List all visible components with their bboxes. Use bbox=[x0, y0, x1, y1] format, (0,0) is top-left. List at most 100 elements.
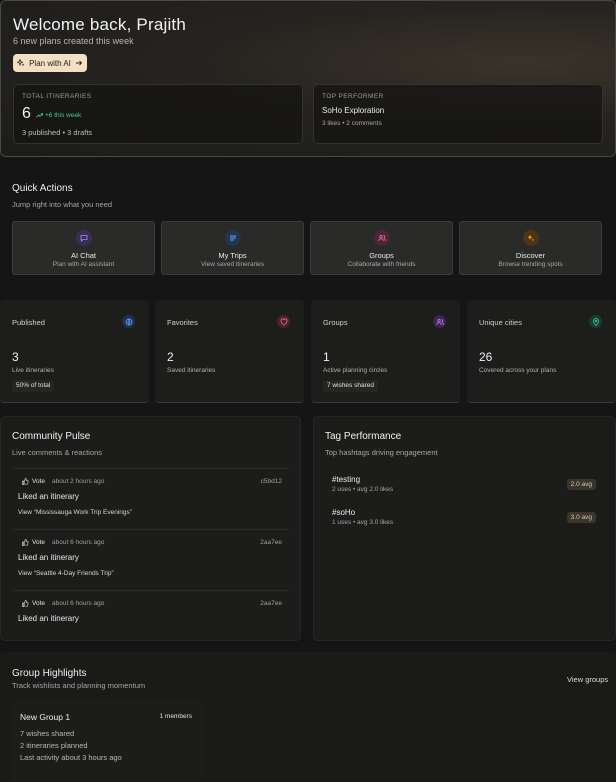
trend-up-icon bbox=[36, 113, 43, 118]
tag-row[interactable]: #testing 2 uses • avg 2.0 likes 2.0 avg bbox=[332, 475, 596, 501]
metric-label: Unique cities bbox=[479, 318, 522, 327]
pulse-action: Liked an itinerary bbox=[18, 553, 79, 562]
weekly-trend-text: +6 this week bbox=[45, 112, 82, 119]
users-icon bbox=[433, 315, 446, 328]
pulse-action: Liked an itinerary bbox=[18, 614, 79, 623]
pulse-user-id: 2aa7ee bbox=[260, 600, 282, 607]
quick-action-title: Groups bbox=[369, 251, 394, 260]
top-performer-label: TOP PERFORMER bbox=[322, 93, 384, 100]
metric-unique-cities: Unique cities 26 Covered across your pla… bbox=[467, 300, 616, 403]
pulse-time: about 2 hours ago bbox=[52, 478, 105, 485]
top-performer-meta: 3 likes • 2 comments bbox=[322, 120, 382, 127]
quick-action-desc: Browse trending spots bbox=[498, 261, 563, 268]
community-pulse-title: Community Pulse bbox=[12, 431, 91, 442]
metric-desc: Live itineraries bbox=[12, 367, 54, 374]
pulse-time: about 6 hours ago bbox=[52, 539, 105, 546]
quick-action-desc: Collaborate with friends bbox=[347, 261, 416, 268]
tag-avg-badge: 2.0 avg bbox=[566, 479, 596, 490]
metric-favorites: Favorites 2 Saved itineraries bbox=[155, 300, 304, 403]
community-pulse-subtitle: Live comments & reactions bbox=[12, 448, 103, 457]
group-last-activity: Last activity about 3 hours ago bbox=[20, 753, 122, 762]
metric-label: Groups bbox=[323, 318, 348, 327]
pulse-itinerary-link[interactable]: View “Seattle 4-Day Friends Trip” bbox=[18, 570, 114, 577]
plan-with-ai-label: Plan with AI bbox=[29, 58, 71, 68]
quick-action-discover[interactable]: Discover Browse trending spots bbox=[459, 221, 602, 275]
sparkle-icon bbox=[523, 230, 539, 246]
quick-action-title: Discover bbox=[515, 251, 546, 260]
chat-icon bbox=[76, 230, 92, 246]
tag-name: #testing bbox=[332, 475, 361, 484]
tag-avg-badge: 3.0 avg bbox=[566, 512, 596, 523]
group-planned: 2 itineraries planned bbox=[20, 741, 88, 750]
metric-label: Published bbox=[12, 318, 45, 327]
quick-action-title: My Trips bbox=[218, 251, 247, 260]
pulse-time: about 6 hours ago bbox=[52, 600, 105, 607]
vote-badge: Vote bbox=[22, 539, 45, 546]
quick-action-desc: Plan with AI assistant bbox=[52, 261, 115, 268]
weekly-trend: +6 this week bbox=[36, 112, 81, 119]
quick-action-my-trips[interactable]: My Trips View saved itineraries bbox=[161, 221, 304, 275]
view-groups-link[interactable]: View groups bbox=[567, 675, 608, 684]
pin-icon bbox=[589, 315, 602, 328]
tag-meta: 2 uses • avg 2.0 likes bbox=[332, 486, 394, 493]
total-itineraries-value: 6 bbox=[22, 105, 31, 122]
welcome-subtitle: 6 new plans created this week bbox=[13, 36, 134, 46]
quick-action-title: AI Chat bbox=[70, 251, 96, 260]
metric-desc: Saved itineraries bbox=[167, 367, 216, 374]
quick-action-desc: View saved itineraries bbox=[200, 261, 265, 268]
top-performer-name: SoHo Exploration bbox=[322, 106, 385, 115]
quick-actions-title: Quick Actions bbox=[12, 183, 73, 194]
group-name: New Group 1 bbox=[20, 712, 71, 722]
tag-row[interactable]: #soHo 1 uses • avg 3.0 likes 3.0 avg bbox=[332, 508, 596, 534]
group-members: 1 members bbox=[159, 713, 192, 720]
metric-value: 1 bbox=[323, 350, 330, 364]
vote-badge: Vote bbox=[22, 478, 45, 485]
list-icon bbox=[225, 230, 241, 246]
top-performer-card[interactable]: TOP PERFORMER SoHo Exploration 3 likes •… bbox=[313, 84, 603, 144]
metric-chip: 7 wishes shared bbox=[323, 380, 378, 392]
tag-performance-subtitle: Top hashtags driving engagement bbox=[325, 448, 438, 457]
pulse-user-id: c5bd12 bbox=[260, 478, 282, 485]
metric-desc: Active planning circles bbox=[323, 367, 388, 374]
metric-value: 26 bbox=[479, 350, 493, 364]
pulse-item: Vote about 2 hours ago c5bd12 Liked an i… bbox=[12, 468, 289, 525]
globe-icon bbox=[122, 315, 135, 328]
metric-groups: Groups 1 Active planning circles 7 wishe… bbox=[311, 300, 460, 403]
metric-desc: Covered across your plans bbox=[479, 367, 557, 374]
welcome-title: Welcome back, Prajith bbox=[13, 15, 187, 34]
metric-value: 2 bbox=[167, 350, 174, 364]
metric-chip: 50% of total bbox=[12, 380, 55, 392]
users-icon bbox=[374, 230, 390, 246]
pulse-item: Vote about 6 hours ago 2aa7ee Liked an i… bbox=[12, 590, 289, 647]
group-highlights-title: Group Highlights bbox=[12, 668, 87, 679]
total-itineraries-card: TOTAL ITINERARIES 6 +6 this week 3 publi… bbox=[13, 84, 303, 144]
plan-with-ai-button[interactable]: Plan with AI bbox=[13, 54, 87, 72]
quick-action-ai-chat[interactable]: AI Chat Plan with AI assistant bbox=[12, 221, 155, 275]
quick-action-groups[interactable]: Groups Collaborate with friends bbox=[310, 221, 453, 275]
metric-value: 3 bbox=[12, 350, 19, 364]
group-wishes: 7 wishes shared bbox=[20, 729, 75, 738]
arrow-right-icon bbox=[75, 60, 83, 66]
pulse-action: Liked an itinerary bbox=[18, 492, 79, 501]
quick-actions-subtitle: Jump right into what you need bbox=[12, 200, 113, 209]
thumbs-up-icon bbox=[22, 539, 29, 546]
pulse-user-id: 2aa7ee bbox=[260, 539, 282, 546]
vote-label: Vote bbox=[32, 478, 46, 485]
tag-meta: 1 uses • avg 3.0 likes bbox=[332, 519, 394, 526]
tag-name: #soHo bbox=[332, 508, 356, 517]
pulse-itinerary-link[interactable]: View “Mississauga Work Trip Evenings” bbox=[18, 509, 132, 516]
sparkle-icon bbox=[17, 59, 25, 67]
total-itineraries-label: TOTAL ITINERARIES bbox=[22, 93, 92, 100]
group-highlights-subtitle: Track wishlists and planning momentum bbox=[12, 681, 146, 690]
thumbs-up-icon bbox=[22, 600, 29, 607]
metric-published: Published 3 Live itineraries 50% of tota… bbox=[0, 300, 149, 403]
tag-performance-title: Tag Performance bbox=[325, 431, 402, 442]
vote-label: Vote bbox=[32, 539, 46, 546]
vote-label: Vote bbox=[32, 600, 46, 607]
vote-badge: Vote bbox=[22, 600, 45, 607]
heart-icon bbox=[277, 315, 290, 328]
pulse-item: Vote about 6 hours ago 2aa7ee Liked an i… bbox=[12, 529, 289, 586]
welcome-hero: Welcome back, Prajith 6 new plans create… bbox=[0, 0, 616, 157]
thumbs-up-icon bbox=[22, 478, 29, 485]
group-card[interactable]: New Group 1 1 members 7 wishes shared 2 … bbox=[12, 702, 202, 782]
